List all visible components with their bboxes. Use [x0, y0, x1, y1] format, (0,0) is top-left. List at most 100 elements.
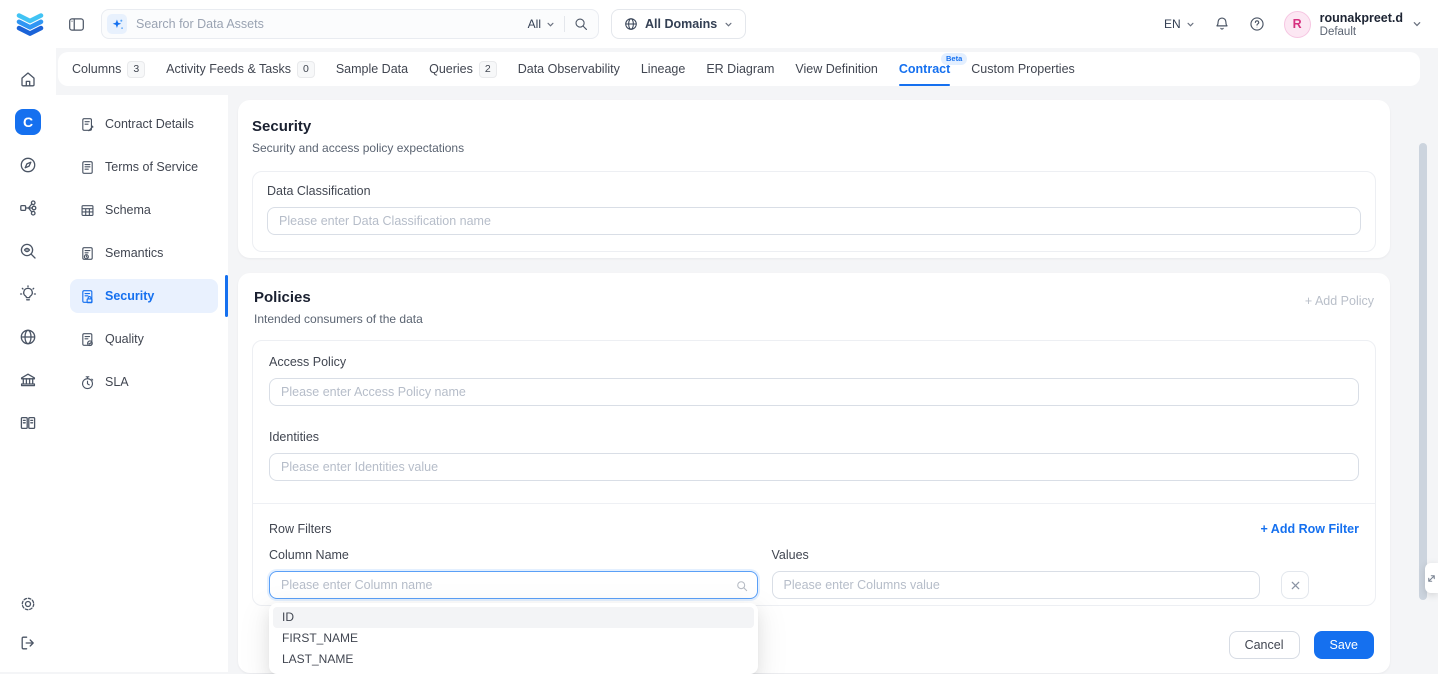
policies-title: Policies: [254, 289, 423, 307]
nav-item-schema[interactable]: Schema: [70, 193, 218, 227]
app-c-icon[interactable]: C: [0, 100, 56, 143]
settings-gear-icon[interactable]: [0, 584, 56, 623]
user-meta: rounakpreet.d Default: [1320, 11, 1403, 38]
column-options-dropdown: ID FIRST_NAME LAST_NAME: [269, 603, 758, 674]
search-icon[interactable]: [574, 17, 588, 31]
policy-divider: [253, 503, 1375, 504]
dropdown-option[interactable]: LAST_NAME: [273, 649, 754, 670]
nav-item-quality[interactable]: Quality: [70, 322, 218, 356]
lineage-network-icon[interactable]: [0, 186, 56, 229]
notifications-bell-icon[interactable]: [1214, 16, 1230, 32]
right-column: Columns3 Activity Feeds & Tasks0 Sample …: [56, 48, 1438, 672]
security-subtitle: Security and access policy expectations: [252, 141, 1376, 155]
help-icon[interactable]: [1249, 16, 1265, 32]
entity-tab-bar: Columns3 Activity Feeds & Tasks0 Sample …: [58, 52, 1420, 86]
explore-compass-icon[interactable]: [0, 143, 56, 186]
insights-bulb-icon[interactable]: [0, 272, 56, 315]
row-filters-header: Row Filters + Add Row Filter: [269, 522, 1359, 536]
column-name-label: Column Name: [269, 548, 758, 563]
language-value: EN: [1164, 17, 1181, 31]
tab-sample-data[interactable]: Sample Data: [336, 52, 408, 86]
security-title: Security: [252, 118, 1376, 136]
language-select[interactable]: EN: [1164, 17, 1195, 31]
security-lock-icon: [80, 289, 95, 304]
domains-filter-value: All Domains: [645, 17, 717, 31]
search-input[interactable]: [136, 17, 519, 31]
tab-contract[interactable]: ContractBeta: [899, 52, 950, 86]
global-search-bar[interactable]: All: [101, 9, 599, 39]
app-root: All All Domains EN R: [0, 0, 1438, 672]
save-button[interactable]: Save: [1314, 631, 1375, 659]
add-policy-button[interactable]: + Add Policy: [1305, 294, 1374, 308]
left-icon-rail: C: [0, 48, 56, 672]
tab-count-badge: 2: [479, 61, 497, 78]
data-classification-label: Data Classification: [267, 184, 1361, 199]
access-policy-group: Access Policy: [269, 355, 1359, 406]
vertical-scrollbar-thumb[interactable]: [1419, 143, 1427, 600]
app-shell: C: [0, 48, 1438, 672]
tab-queries[interactable]: Queries2: [429, 52, 497, 86]
user-menu[interactable]: R rounakpreet.d Default: [1284, 11, 1422, 38]
column-name-input[interactable]: [269, 571, 758, 599]
data-classification-input[interactable]: [267, 207, 1361, 235]
avatar: R: [1284, 11, 1311, 38]
schema-table-icon: [80, 203, 95, 218]
terms-of-service-icon: [80, 160, 95, 175]
access-policy-input[interactable]: [269, 378, 1359, 406]
app-c-badge: C: [15, 109, 41, 135]
remove-row-filter-button[interactable]: [1281, 571, 1309, 599]
openmetadata-logo-icon: [14, 9, 46, 39]
security-form-area: Security Security and access policy expe…: [228, 95, 1438, 672]
tab-columns[interactable]: Columns3: [72, 52, 145, 86]
user-name: rounakpreet.d: [1320, 11, 1403, 25]
access-policy-label: Access Policy: [269, 355, 1359, 370]
diagonal-resize-icon: [1426, 573, 1437, 584]
values-input[interactable]: [772, 571, 1261, 599]
add-row-filter-button[interactable]: + Add Row Filter: [1261, 522, 1360, 536]
tab-custom-properties[interactable]: Custom Properties: [971, 52, 1075, 86]
policy-item-card: Access Policy Identities Row Filters + A…: [252, 340, 1376, 606]
governance-bank-icon[interactable]: [0, 358, 56, 401]
contract-section-nav: Contract Details Terms of Service Schema…: [56, 95, 228, 672]
ai-sparkle-icon[interactable]: [107, 14, 127, 34]
dropdown-option[interactable]: ID: [273, 607, 754, 628]
nav-item-security[interactable]: Security: [70, 279, 218, 313]
policies-card: Policies Intended consumers of the data …: [238, 273, 1390, 673]
observability-search-eye-icon[interactable]: [0, 229, 56, 272]
column-name-col: Column Name ID FIRST_NAME: [269, 548, 758, 599]
policies-header: Policies Intended consumers of the data …: [252, 287, 1376, 326]
tab-view-definition[interactable]: View Definition: [795, 52, 877, 86]
sidebar-toggle-icon[interactable]: [68, 16, 85, 33]
search-divider: [564, 16, 565, 32]
chevron-down-icon: [1412, 19, 1422, 29]
logout-icon[interactable]: [0, 623, 56, 662]
nav-item-contract-details[interactable]: Contract Details: [70, 107, 218, 141]
domains-filter-button[interactable]: All Domains: [611, 9, 746, 39]
search-scope-select[interactable]: All: [528, 17, 555, 31]
close-x-icon: [1290, 580, 1301, 591]
sla-stopwatch-icon: [80, 375, 95, 390]
nav-item-semantics[interactable]: Semantics: [70, 236, 218, 270]
dropdown-option[interactable]: FIRST_NAME: [273, 628, 754, 649]
domains-globe-icon[interactable]: [0, 315, 56, 358]
nav-item-terms-of-service[interactable]: Terms of Service: [70, 150, 218, 184]
security-card: Security Security and access policy expe…: [238, 100, 1390, 258]
globe-icon: [624, 17, 638, 31]
home-icon[interactable]: [0, 57, 56, 100]
tab-count-badge: 0: [297, 61, 315, 78]
nav-item-sla[interactable]: SLA: [70, 365, 218, 399]
panel-resize-handle[interactable]: [1425, 563, 1438, 593]
tab-er-diagram[interactable]: ER Diagram: [706, 52, 774, 86]
values-label: Values: [772, 548, 1261, 563]
identities-input[interactable]: [269, 453, 1359, 481]
contract-details-icon: [80, 117, 95, 132]
glossary-book-icon[interactable]: [0, 401, 56, 444]
search-icon: [736, 579, 748, 597]
cancel-button[interactable]: Cancel: [1229, 631, 1300, 659]
policies-subtitle: Intended consumers of the data: [254, 312, 423, 326]
topbar-right-cluster: EN R rounakpreet.d Default: [1164, 11, 1422, 38]
tab-lineage[interactable]: Lineage: [641, 52, 686, 86]
tab-activity-feeds[interactable]: Activity Feeds & Tasks0: [166, 52, 315, 86]
row-filter-row: Column Name ID FIRST_NAME: [269, 548, 1359, 599]
tab-data-observability[interactable]: Data Observability: [518, 52, 620, 86]
